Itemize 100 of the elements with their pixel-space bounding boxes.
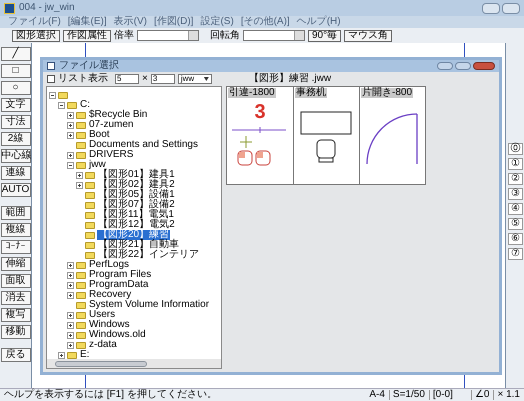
tool-button[interactable]: 伸縮 (0, 257, 30, 271)
expand-icon[interactable] (67, 322, 74, 328)
expand-icon[interactable] (76, 172, 83, 178)
collapse-icon[interactable] (49, 92, 56, 98)
dropdown-field[interactable] (243, 30, 305, 41)
tree-item[interactable]: 【図形21】自動車 (97, 240, 180, 250)
minimize-button[interactable] (482, 2, 500, 14)
tree-item[interactable]: ProgramData (88, 280, 150, 290)
tree-item[interactable]: jww (88, 160, 107, 170)
tool-button[interactable]: AUTO (0, 183, 30, 197)
tool-button[interactable]: □ (0, 64, 30, 78)
tree-item[interactable]: Documents and Settings (88, 140, 199, 150)
tree-item[interactable]: Program Files (88, 270, 152, 280)
toolbar-button[interactable]: マウス角 (344, 30, 392, 42)
paper-size: A-4 (369, 390, 385, 400)
tree-item[interactable]: Recovery (88, 290, 132, 300)
layer-button[interactable]: ① (508, 158, 523, 170)
tree-item[interactable]: 【図形22】インテリア (97, 250, 200, 260)
collapse-icon[interactable] (67, 162, 74, 168)
menu-item[interactable]: 設定(S) (200, 17, 234, 27)
menu-item[interactable]: 表示(V) (114, 17, 148, 27)
tree-item[interactable]: PerfLogs (88, 260, 130, 270)
tool-button[interactable]: 中心線 (0, 149, 30, 163)
tree-item[interactable]: E: (79, 350, 90, 359)
menu-item[interactable]: ファイル(F) (8, 17, 61, 27)
tool-button[interactable]: 面取 (0, 274, 30, 288)
collapse-icon[interactable] (58, 102, 65, 108)
tree-item[interactable]: Windows (88, 320, 131, 330)
expand-icon[interactable] (67, 342, 74, 348)
tree-item[interactable]: System Volume Informatior (88, 300, 210, 310)
checkbox[interactable] (47, 75, 55, 83)
thumbnail-label[interactable]: 片開き-800 (361, 88, 414, 98)
thumbnail-label[interactable]: 事務机 (295, 88, 327, 98)
zoom-text: × 1.1 (493, 390, 520, 400)
expand-icon[interactable] (67, 262, 74, 268)
expand-icon[interactable] (58, 352, 65, 358)
tool-button[interactable]: 複線 (0, 223, 30, 237)
menu-item[interactable]: [その他(A)] (240, 17, 290, 27)
tool-button[interactable]: 複写 (0, 308, 30, 322)
columns-spinner[interactable]: 5 (115, 74, 139, 84)
tool-button[interactable]: 文字 (0, 98, 30, 112)
layer-button[interactable]: ④ (508, 203, 523, 215)
minimize-button[interactable] (437, 62, 453, 70)
layer-button[interactable]: ② (508, 173, 523, 185)
layer-button[interactable]: ⑥ (508, 233, 523, 245)
tool-button[interactable]: ｺｰﾅｰ (0, 240, 30, 254)
expand-icon[interactable] (67, 272, 74, 278)
tree-item[interactable]: Windows.old (88, 330, 147, 340)
window-title: 004 - jw_win (19, 3, 75, 13)
tree-item[interactable]: 【図形02】建具2 (97, 180, 176, 190)
layer-button[interactable]: ⑤ (508, 218, 523, 230)
expand-icon[interactable] (67, 152, 74, 158)
thumbnail-label[interactable]: 引違-1800 (228, 88, 276, 98)
tree-item[interactable]: 【図形12】電気2 (97, 220, 176, 230)
tree-item[interactable]: Users (88, 310, 116, 320)
expand-icon[interactable] (67, 332, 74, 338)
tool-button[interactable]: ╱ (0, 47, 30, 61)
tree-item[interactable]: DRIVERS (88, 150, 134, 160)
expand-icon[interactable] (67, 122, 74, 128)
expand-icon[interactable] (67, 132, 74, 138)
tool-button[interactable]: 連線 (0, 166, 30, 180)
layer-button[interactable]: ⑦ (508, 248, 523, 260)
tree-item[interactable]: C: (79, 100, 91, 110)
layer-text: [0-0] (428, 390, 453, 400)
tree-item[interactable]: 【図形11】電気1 (97, 210, 175, 220)
menu-item[interactable]: [編集(E)] (68, 17, 107, 27)
expand-icon[interactable] (67, 292, 74, 298)
dropdown-field[interactable] (137, 30, 199, 41)
tree-item[interactable]: z-data (88, 340, 118, 350)
dialog-title: ファイル選択 (59, 61, 119, 71)
tree-item[interactable]: 【図形07】設備2 (97, 200, 176, 210)
tool-button[interactable]: ○ (0, 81, 30, 95)
horizontal-scrollbar[interactable] (47, 359, 221, 368)
toolbar-button[interactable]: 作図属性 (63, 30, 111, 42)
menu-item[interactable]: ヘルプ(H) (296, 17, 341, 27)
tree-item[interactable]: 【図形01】建具1 (97, 170, 176, 180)
tree-item[interactable]: 【図形05】設備1 (97, 190, 176, 200)
expand-icon[interactable] (67, 112, 74, 118)
tool-button[interactable]: 2線 (0, 132, 30, 146)
menu-item[interactable]: [作図(D)] (154, 17, 194, 27)
toolbar-button[interactable]: 90°毎 (308, 30, 342, 42)
expand-icon[interactable] (67, 282, 74, 288)
expand-icon[interactable] (67, 312, 74, 318)
close-button[interactable] (473, 62, 495, 70)
tree-item[interactable]: Boot (88, 130, 111, 140)
tool-button[interactable]: 移動 (0, 325, 30, 339)
layer-button[interactable]: ③ (508, 188, 523, 200)
expand-icon[interactable] (76, 182, 83, 188)
maximize-button[interactable] (455, 62, 471, 70)
tree-item[interactable]: 07-zumen (88, 120, 134, 130)
extension-dropdown[interactable]: jww (178, 74, 212, 84)
maximize-button[interactable] (502, 2, 520, 14)
tree-item[interactable]: $Recycle Bin (88, 110, 148, 120)
tool-button[interactable]: 範囲 (0, 206, 30, 220)
layer-button[interactable]: ⓪ (508, 143, 523, 155)
tool-button[interactable]: 寸法 (0, 115, 30, 129)
rows-spinner[interactable]: 3 (150, 74, 175, 84)
tool-button[interactable]: 消去 (0, 291, 30, 305)
tool-button[interactable]: 戻る (0, 348, 30, 362)
toolbar-button[interactable]: 図形選択 (12, 30, 60, 42)
